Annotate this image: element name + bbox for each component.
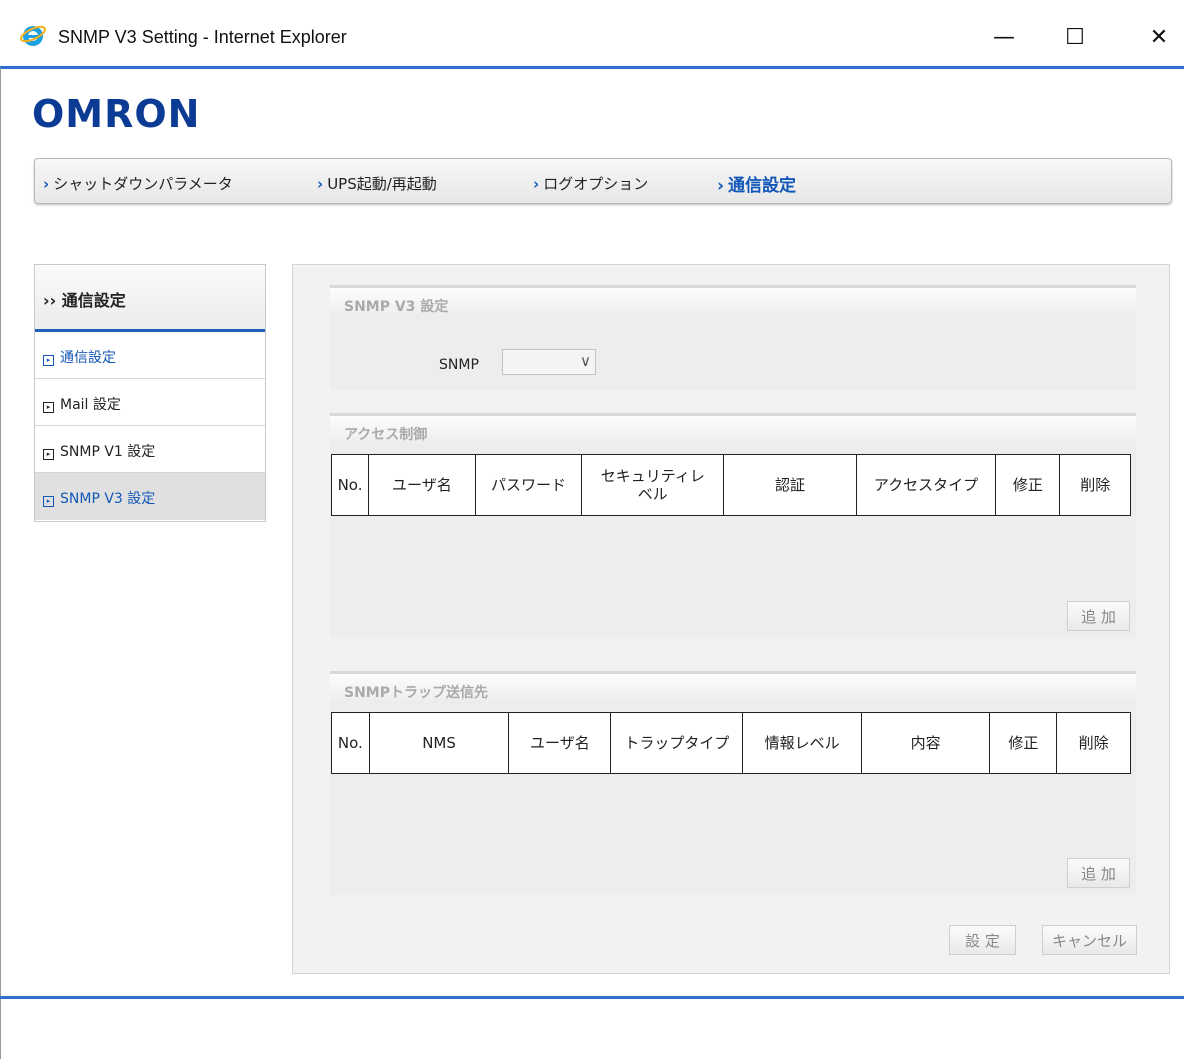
sidebar-item-label: Mail 設定	[60, 397, 121, 413]
snmp-v3-section-body	[330, 316, 1136, 390]
top-nav: › シャットダウンパラメータ › UPS起動/再起動 › ログオプション › 通信設定	[34, 158, 1172, 204]
sidebar-item-label: 通信設定	[60, 350, 116, 366]
bullet-icon: ▸	[43, 496, 54, 507]
sidebar-item-label: SNMP V1 設定	[60, 444, 156, 460]
col-edit: 修正	[989, 712, 1058, 774]
col-delete: 削除	[1059, 454, 1131, 516]
col-password: パスワード	[474, 454, 583, 516]
col-no: No.	[331, 712, 370, 774]
main-panel: SNMP V3 設定 SNMP ∨ アクセス制御 No. ユーザ名 パスワード …	[292, 264, 1170, 974]
minimize-button[interactable]: —	[981, 14, 1027, 60]
window-title: SNMP V3 Setting - Internet Explorer	[58, 27, 347, 47]
bullet-icon: ▸	[43, 402, 54, 413]
sidebar: ›› 通信設定 ▸ 通信設定 ▸ Mail 設定 ▸ SNMP V1 設定 ▸ SNMP…	[34, 264, 266, 522]
col-username: ユーザ名	[368, 454, 476, 516]
section-title: SNMP V3 設定	[344, 299, 449, 315]
nav-label: ログオプション	[543, 175, 649, 193]
sidebar-item-label: SNMP V3 設定	[60, 491, 156, 507]
access-add-button[interactable]: 追 加	[1067, 601, 1130, 631]
nav-shutdown-params[interactable]: › シャットダウンパラメータ	[43, 173, 233, 194]
snmp-v3-section-header: SNMP V3 設定	[330, 285, 1136, 316]
col-authentication: 認証	[723, 454, 857, 516]
trap-section-header: SNMPトラップ送信先	[330, 671, 1136, 702]
table-header-row: No. NMS ユーザ名 トラップタイプ 情報レベル 内容 修正 削除	[331, 712, 1131, 774]
nav-ups-startup[interactable]: › UPS起動/再起動	[317, 173, 437, 194]
col-trap-type: トラップタイプ	[610, 712, 744, 774]
nav-label: シャットダウンパラメータ	[53, 175, 233, 193]
col-content: 内容	[860, 712, 991, 774]
trap-add-button[interactable]: 追 加	[1067, 858, 1130, 888]
cancel-button[interactable]: キャンセル	[1042, 925, 1137, 955]
omron-logo: OMRON	[32, 92, 201, 136]
sidebar-item-snmp-v1[interactable]: ▸ SNMP V1 設定	[35, 426, 265, 473]
chevron-down-icon: ∨	[580, 352, 591, 370]
section-title: アクセス制御	[344, 427, 428, 443]
nav-communication-settings[interactable]: › 通信設定	[717, 171, 796, 196]
nav-label: UPS起動/再起動	[327, 175, 437, 193]
col-no: No.	[330, 454, 370, 516]
nav-label: 通信設定	[728, 176, 797, 196]
internet-explorer-icon	[20, 25, 46, 46]
sidebar-item-snmp-v3[interactable]: ▸ SNMP V3 設定	[35, 473, 265, 520]
col-security-level: セキュリティレベル	[581, 454, 725, 516]
table-header-row: No. ユーザ名 パスワード セキュリティレベル 認証 アクセスタイプ 修正 削…	[330, 454, 1131, 516]
chevron-right-icon: ›	[317, 175, 324, 193]
snmp-label: SNMP	[439, 357, 479, 373]
section-title: SNMPトラップ送信先	[344, 685, 488, 701]
col-info-level: 情報レベル	[742, 712, 862, 774]
sidebar-item-mail[interactable]: ▸ Mail 設定	[35, 379, 265, 426]
chevron-right-icon: ›	[43, 175, 50, 193]
col-delete: 削除	[1056, 712, 1131, 774]
maximize-button[interactable]: ☐	[1052, 14, 1098, 60]
chevron-right-icon: ›	[717, 176, 725, 196]
sidebar-item-communication[interactable]: ▸ 通信設定	[35, 332, 265, 379]
bullet-icon: ▸	[43, 449, 54, 460]
bullet-icon: ▸	[43, 355, 54, 366]
col-edit: 修正	[995, 454, 1061, 516]
window-border	[0, 68, 1, 1059]
nav-log-options[interactable]: › ログオプション	[533, 173, 648, 194]
snmp-select[interactable]: ∨	[502, 349, 596, 375]
col-username: ユーザ名	[508, 712, 612, 774]
access-section-header: アクセス制御	[330, 413, 1136, 444]
chevron-right-icon: ›	[533, 175, 540, 193]
title-bar: SNMP V3 Setting - Internet Explorer — ☐ …	[0, 0, 1184, 68]
sidebar-header: ›› 通信設定	[35, 265, 265, 332]
col-access-type: アクセスタイプ	[855, 454, 997, 516]
apply-button[interactable]: 設 定	[949, 925, 1016, 955]
trap-table: No. NMS ユーザ名 トラップタイプ 情報レベル 内容 修正 削除	[331, 712, 1131, 774]
footer-divider	[0, 996, 1184, 999]
titlebar-divider	[0, 66, 1184, 69]
access-table: No. ユーザ名 パスワード セキュリティレベル 認証 アクセスタイプ 修正 削…	[330, 454, 1131, 516]
sidebar-title: ›› 通信設定	[43, 291, 126, 310]
close-button[interactable]: ✕	[1136, 14, 1182, 60]
col-nms: NMS	[368, 712, 510, 774]
